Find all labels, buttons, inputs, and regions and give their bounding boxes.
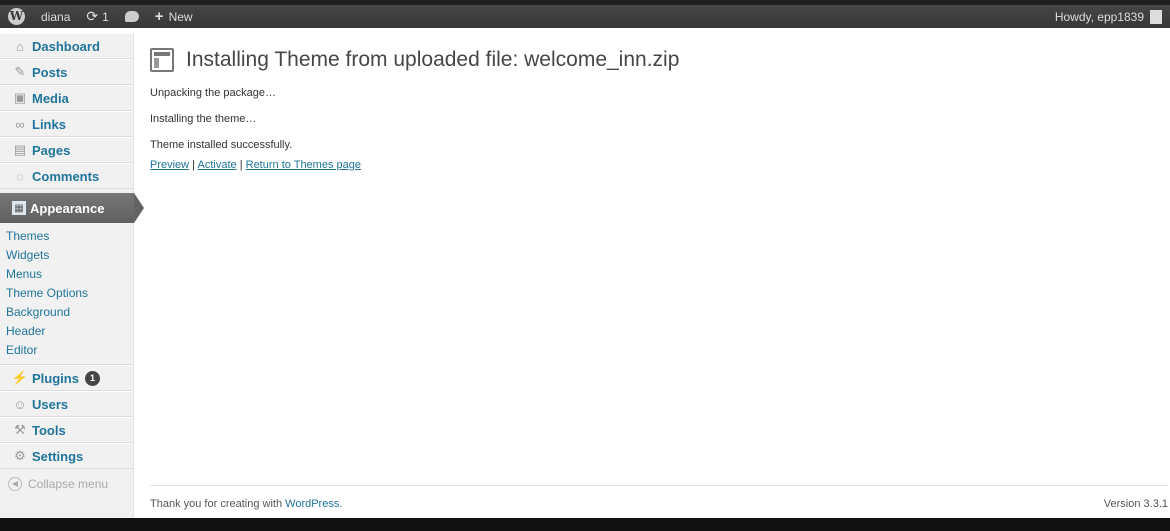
footer-thanks-prefix: Thank you for creating with xyxy=(150,498,283,510)
main-content: Installing Theme from uploaded file: wel… xyxy=(150,33,1168,171)
howdy-label: Howdy, epp1839 xyxy=(1054,9,1144,24)
page-icon: ▤ xyxy=(13,142,27,157)
footer-version: Version 3.3.1 xyxy=(1103,498,1168,510)
media-icon: ▣ xyxy=(13,90,27,105)
sidebar-item-settings[interactable]: ⚙ Settings xyxy=(0,443,133,469)
submenu-item-editor[interactable]: Editor xyxy=(0,341,133,360)
return-to-themes-link[interactable]: Return to Themes page xyxy=(246,159,361,171)
submenu-item-widgets[interactable]: Widgets xyxy=(0,246,133,265)
comments-link[interactable] xyxy=(117,5,147,28)
sidebar-item-label: Tools xyxy=(32,422,66,438)
sidebar-item-appearance[interactable]: ▦ Appearance xyxy=(0,193,144,223)
appearance-icon: ▦ xyxy=(12,201,26,215)
sidebar-item-label: Plugins xyxy=(32,370,79,386)
link-icon: ∞ xyxy=(15,116,25,132)
separator: | xyxy=(236,159,246,171)
plugin-update-badge: 1 xyxy=(84,370,100,386)
sidebar-item-media[interactable]: ▣ Media xyxy=(0,85,133,111)
avatar xyxy=(1150,9,1162,24)
comment-bubble-icon xyxy=(124,11,139,22)
sidebar-item-label: Pages xyxy=(32,142,71,158)
sidebar-item-users[interactable]: ☺ Users xyxy=(0,391,133,417)
activate-link[interactable]: Activate xyxy=(198,159,237,171)
wordpress-link[interactable]: WordPress xyxy=(285,498,339,510)
my-account-menu[interactable]: Howdy, epp1839 xyxy=(1047,5,1170,28)
wp-logo-menu[interactable]: W xyxy=(0,5,33,28)
sidebar-item-plugins[interactable]: ⚡ Plugins 1 xyxy=(0,365,133,391)
sidebar-item-label: Users xyxy=(32,396,69,412)
admin-bar: W diana ⟳ 1 + New Howdy, epp1839 xyxy=(0,0,1170,28)
site-name-link[interactable]: diana xyxy=(33,5,78,28)
page-title: Installing Theme from uploaded file: wel… xyxy=(186,48,680,71)
admin-menu: ⌂ Dashboard ✎ Posts ▣ Media ∞ Links ▤ Pa… xyxy=(0,33,144,518)
collapse-menu-button[interactable]: ◀ Collapse menu xyxy=(0,477,133,491)
page-heading: Installing Theme from uploaded file: wel… xyxy=(150,48,1168,72)
footer: Thank you for creating with WordPress. V… xyxy=(150,485,1168,510)
sidebar-item-comments[interactable]: ◌ Comments xyxy=(0,163,133,189)
sidebar-item-pages[interactable]: ▤ Pages xyxy=(0,137,133,163)
sidebar-item-tools[interactable]: ⚒ Tools xyxy=(0,417,133,443)
users-icon: ☺ xyxy=(13,396,27,412)
appearance-submenu: Themes Widgets Menus Theme Options Backg… xyxy=(0,223,133,365)
submenu-item-themes[interactable]: Themes xyxy=(0,227,133,246)
sidebar-item-label: Settings xyxy=(32,448,84,464)
bottom-bar xyxy=(0,518,1170,531)
separator: | xyxy=(189,159,198,171)
submenu-item-theme-options[interactable]: Theme Options xyxy=(0,284,133,303)
updates-count: 1 xyxy=(102,9,109,24)
sidebar-item-dashboard[interactable]: ⌂ Dashboard xyxy=(0,33,133,59)
themes-icon xyxy=(150,48,174,72)
theme-actions: Preview | Activate | Return to Themes pa… xyxy=(150,159,1168,171)
sidebar-item-label: Comments xyxy=(32,168,100,184)
sidebar-item-label: Links xyxy=(32,116,66,132)
updates-link[interactable]: ⟳ 1 xyxy=(78,5,116,28)
home-icon: ⌂ xyxy=(16,38,24,54)
footer-thanks: Thank you for creating with WordPress. xyxy=(150,498,342,510)
plugin-icon: ⚡ xyxy=(11,370,29,385)
sidebar-item-label: Posts xyxy=(32,64,68,80)
new-label: New xyxy=(168,9,193,24)
sidebar-item-posts[interactable]: ✎ Posts xyxy=(0,59,133,85)
preview-link[interactable]: Preview xyxy=(150,159,189,171)
status-message-success: Theme installed successfully. xyxy=(150,139,293,151)
wordpress-logo-icon: W xyxy=(8,8,25,25)
footer-thanks-suffix: . xyxy=(339,498,343,510)
submenu-item-header[interactable]: Header xyxy=(0,322,133,341)
new-content-menu[interactable]: + New xyxy=(147,5,201,28)
plus-icon: + xyxy=(154,8,164,25)
settings-icon: ⚙ xyxy=(14,448,26,463)
sidebar-item-label: Media xyxy=(32,90,69,106)
status-message-installing: Installing the theme… xyxy=(150,113,257,125)
comment-icon: ◌ xyxy=(16,168,24,184)
refresh-icon: ⟳ xyxy=(86,8,99,24)
sidebar-item-label: Appearance xyxy=(30,200,105,216)
collapse-label: Collapse menu xyxy=(28,477,109,491)
collapse-arrow-icon: ◀ xyxy=(8,477,22,491)
pin-icon: ✎ xyxy=(14,64,26,79)
status-message-unpacking: Unpacking the package… xyxy=(150,87,276,99)
submenu-item-menus[interactable]: Menus xyxy=(0,265,133,284)
sidebar-item-label: Dashboard xyxy=(32,38,100,54)
site-name-label: diana xyxy=(41,9,71,24)
tools-icon: ⚒ xyxy=(14,422,26,437)
submenu-item-background[interactable]: Background xyxy=(0,303,133,322)
sidebar-item-links[interactable]: ∞ Links xyxy=(0,111,133,137)
